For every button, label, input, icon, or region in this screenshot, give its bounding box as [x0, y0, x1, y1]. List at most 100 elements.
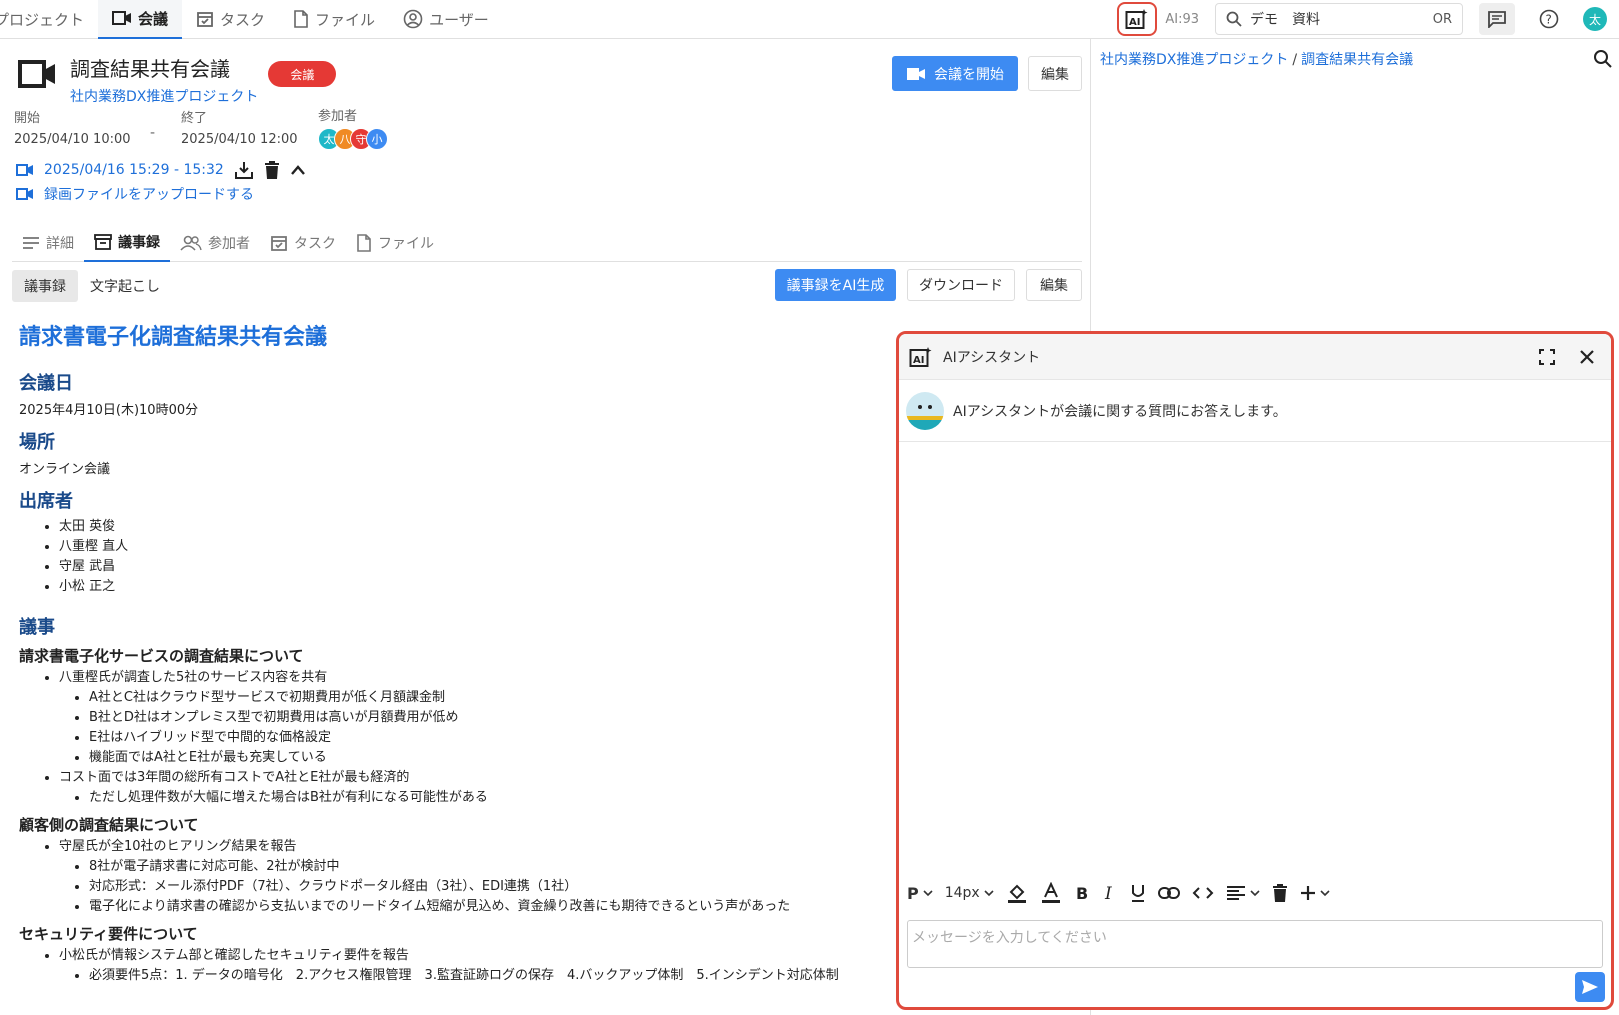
- bold-icon[interactable]: B: [1074, 884, 1090, 902]
- code-icon[interactable]: [1192, 886, 1214, 900]
- breadcrumb-project[interactable]: 社内業務DX推進プロジェクト: [1100, 52, 1288, 68]
- svg-text:B: B: [1076, 884, 1088, 902]
- svg-text:I: I: [1104, 884, 1112, 902]
- trash-icon[interactable]: [1272, 883, 1288, 903]
- file-icon: [357, 234, 371, 252]
- list-item: A社とC社はクラウド型サービスで初期費用が低く月額課金制: [89, 688, 889, 708]
- insert-menu[interactable]: [1300, 885, 1330, 901]
- nav-item-users[interactable]: ユーザー: [389, 0, 503, 39]
- video-icon: [18, 60, 55, 88]
- tab-label: 詳細: [46, 236, 74, 252]
- doc-heading-agenda: 議事: [19, 617, 55, 638]
- tab-files[interactable]: ファイル: [346, 224, 444, 262]
- download-button[interactable]: ダウンロード: [907, 269, 1015, 301]
- start-meeting-button[interactable]: 会議を開始: [892, 56, 1018, 91]
- nav-item-tasks[interactable]: タスク: [182, 0, 279, 39]
- search-or-toggle[interactable]: OR: [1433, 12, 1452, 27]
- upload-row: 録画ファイルをアップロードする: [16, 184, 254, 204]
- chevron-down-icon: [923, 890, 933, 897]
- minutes-subbar: 議事録 文字起こし 議事録をAI生成 ダウンロード 編集: [12, 269, 1082, 303]
- bot-avatar-icon: [906, 391, 944, 430]
- doc-heading-date: 会議日: [19, 373, 73, 394]
- expand-icon[interactable]: [1539, 348, 1555, 365]
- help-icon: ?: [1539, 9, 1559, 29]
- edit-meeting-button[interactable]: 編集: [1028, 56, 1082, 91]
- tab-details[interactable]: 詳細: [12, 224, 84, 262]
- tab-participants[interactable]: 参加者: [170, 224, 260, 262]
- ai-credit-count: AI:93: [1165, 11, 1199, 27]
- calendar-check-icon: [271, 236, 287, 251]
- ai-assistant-icon: AI: [909, 346, 932, 367]
- italic-icon[interactable]: I: [1102, 884, 1118, 902]
- list-item: 8社が電子請求書に対応可能、2社が検討中: [89, 857, 889, 877]
- paragraph-style-select[interactable]: P: [907, 884, 933, 903]
- list-icon: [23, 237, 39, 249]
- messages-button[interactable]: [1479, 3, 1515, 35]
- list-item: 八重樫氏が調査した5社のサービス内容を共有 A社とC社はクラウド型サービスで初期…: [59, 668, 889, 768]
- list-item-text: 守屋氏が全10社のヒアリング結果を報告: [59, 839, 297, 854]
- search-icon: [1226, 11, 1242, 27]
- search-icon[interactable]: [1593, 49, 1613, 69]
- link-icon[interactable]: [1157, 886, 1180, 900]
- doc-date-value: 2025年4月10日(木)10時00分: [19, 403, 199, 418]
- meeting-type-badge: 会議: [268, 61, 337, 87]
- nav-item-meetings[interactable]: 会議: [98, 0, 183, 39]
- doc-heading-attendees: 出席者: [19, 491, 73, 512]
- tab-label: 議事録: [118, 235, 160, 251]
- subtab-transcript[interactable]: 文字起こし: [78, 270, 172, 302]
- tab-label: タスク: [294, 236, 336, 252]
- trash-icon[interactable]: [264, 160, 280, 180]
- participant-avatars[interactable]: 太八守小: [318, 128, 388, 150]
- font-size-select[interactable]: 14px: [945, 885, 994, 901]
- search-input[interactable]: デモ 資料: [1250, 9, 1320, 29]
- list-item: 必須要件5点：1. データの暗号化 2.アクセス権限管理 3.監査証跡ログの保存…: [89, 966, 889, 986]
- participant-avatar[interactable]: 小: [366, 128, 388, 150]
- align-select[interactable]: [1226, 885, 1260, 901]
- ai-panel-header: AI AIアシスタント: [899, 334, 1611, 380]
- user-avatar[interactable]: 太: [1583, 7, 1607, 31]
- fill-color-icon[interactable]: [1006, 882, 1028, 904]
- tab-minutes[interactable]: 議事録: [84, 224, 170, 262]
- search-box[interactable]: デモ 資料 OR: [1215, 3, 1463, 35]
- minutes-document: 請求書電子化調査結果共有会議 会議日 2025年4月10日(木)10時00分 場…: [19, 319, 889, 986]
- meeting-title: 調査結果共有会議: [70, 57, 230, 81]
- edit-minutes-button[interactable]: 編集: [1026, 269, 1082, 301]
- video-icon: [112, 11, 132, 25]
- video-icon: [16, 188, 33, 200]
- nav-item-label: プロジェクト: [0, 10, 85, 29]
- archive-icon: [94, 234, 112, 250]
- list-item-text: 小松氏が情報システム部と確認したセキュリティ要件を報告: [59, 948, 409, 963]
- breadcrumb-page[interactable]: 調査結果共有会議: [1301, 52, 1413, 68]
- nav-item-projects[interactable]: プロジェクト: [0, 0, 98, 39]
- tab-label: 参加者: [208, 236, 250, 252]
- breadcrumb-separator: /: [1292, 52, 1298, 68]
- list-item: 太田 英俊: [59, 517, 889, 537]
- nav-item-files[interactable]: ファイル: [279, 0, 389, 39]
- ai-assistant-button[interactable]: AI: [1117, 2, 1158, 36]
- plus-icon: [1300, 886, 1315, 900]
- recording-link[interactable]: 2025/04/16 15:29 - 15:32: [44, 162, 224, 178]
- start-meeting-label: 会議を開始: [934, 66, 1004, 83]
- project-link[interactable]: 社内業務DX推進プロジェクト: [70, 86, 258, 106]
- ai-generate-minutes-button[interactable]: 議事録をAI生成: [775, 269, 896, 301]
- right-pane: 社内業務DX推進プロジェクト / 調査結果共有会議: [1092, 39, 1619, 329]
- section-list: 八重樫氏が調査した5社のサービス内容を共有 A社とC社はクラウド型サービスで初期…: [19, 668, 889, 808]
- list-item: 小松 正之: [59, 577, 889, 597]
- help-button[interactable]: ?: [1531, 3, 1567, 35]
- video-icon: [16, 164, 33, 176]
- text-color-icon[interactable]: [1040, 882, 1062, 904]
- tab-tasks[interactable]: タスク: [260, 224, 346, 262]
- close-icon[interactable]: [1579, 349, 1595, 365]
- ai-assistant-panel: AI AIアシスタント AIアシスタントが会議に関する質問にお答えします。 P …: [896, 331, 1614, 1010]
- underline-icon[interactable]: [1130, 883, 1146, 903]
- svg-text:?: ?: [1546, 13, 1552, 27]
- file-icon: [294, 10, 308, 28]
- chevron-up-icon[interactable]: [290, 164, 306, 176]
- subtab-minutes[interactable]: 議事録: [12, 270, 78, 302]
- message-icon: [1488, 11, 1506, 28]
- upload-recording-link[interactable]: 録画ファイルをアップロードする: [44, 184, 254, 204]
- send-button[interactable]: [1575, 972, 1605, 1002]
- start-time: 開始 2025/04/10 10:00: [14, 107, 131, 147]
- download-icon[interactable]: [234, 160, 254, 180]
- message-input[interactable]: メッセージを入力してください: [907, 920, 1603, 968]
